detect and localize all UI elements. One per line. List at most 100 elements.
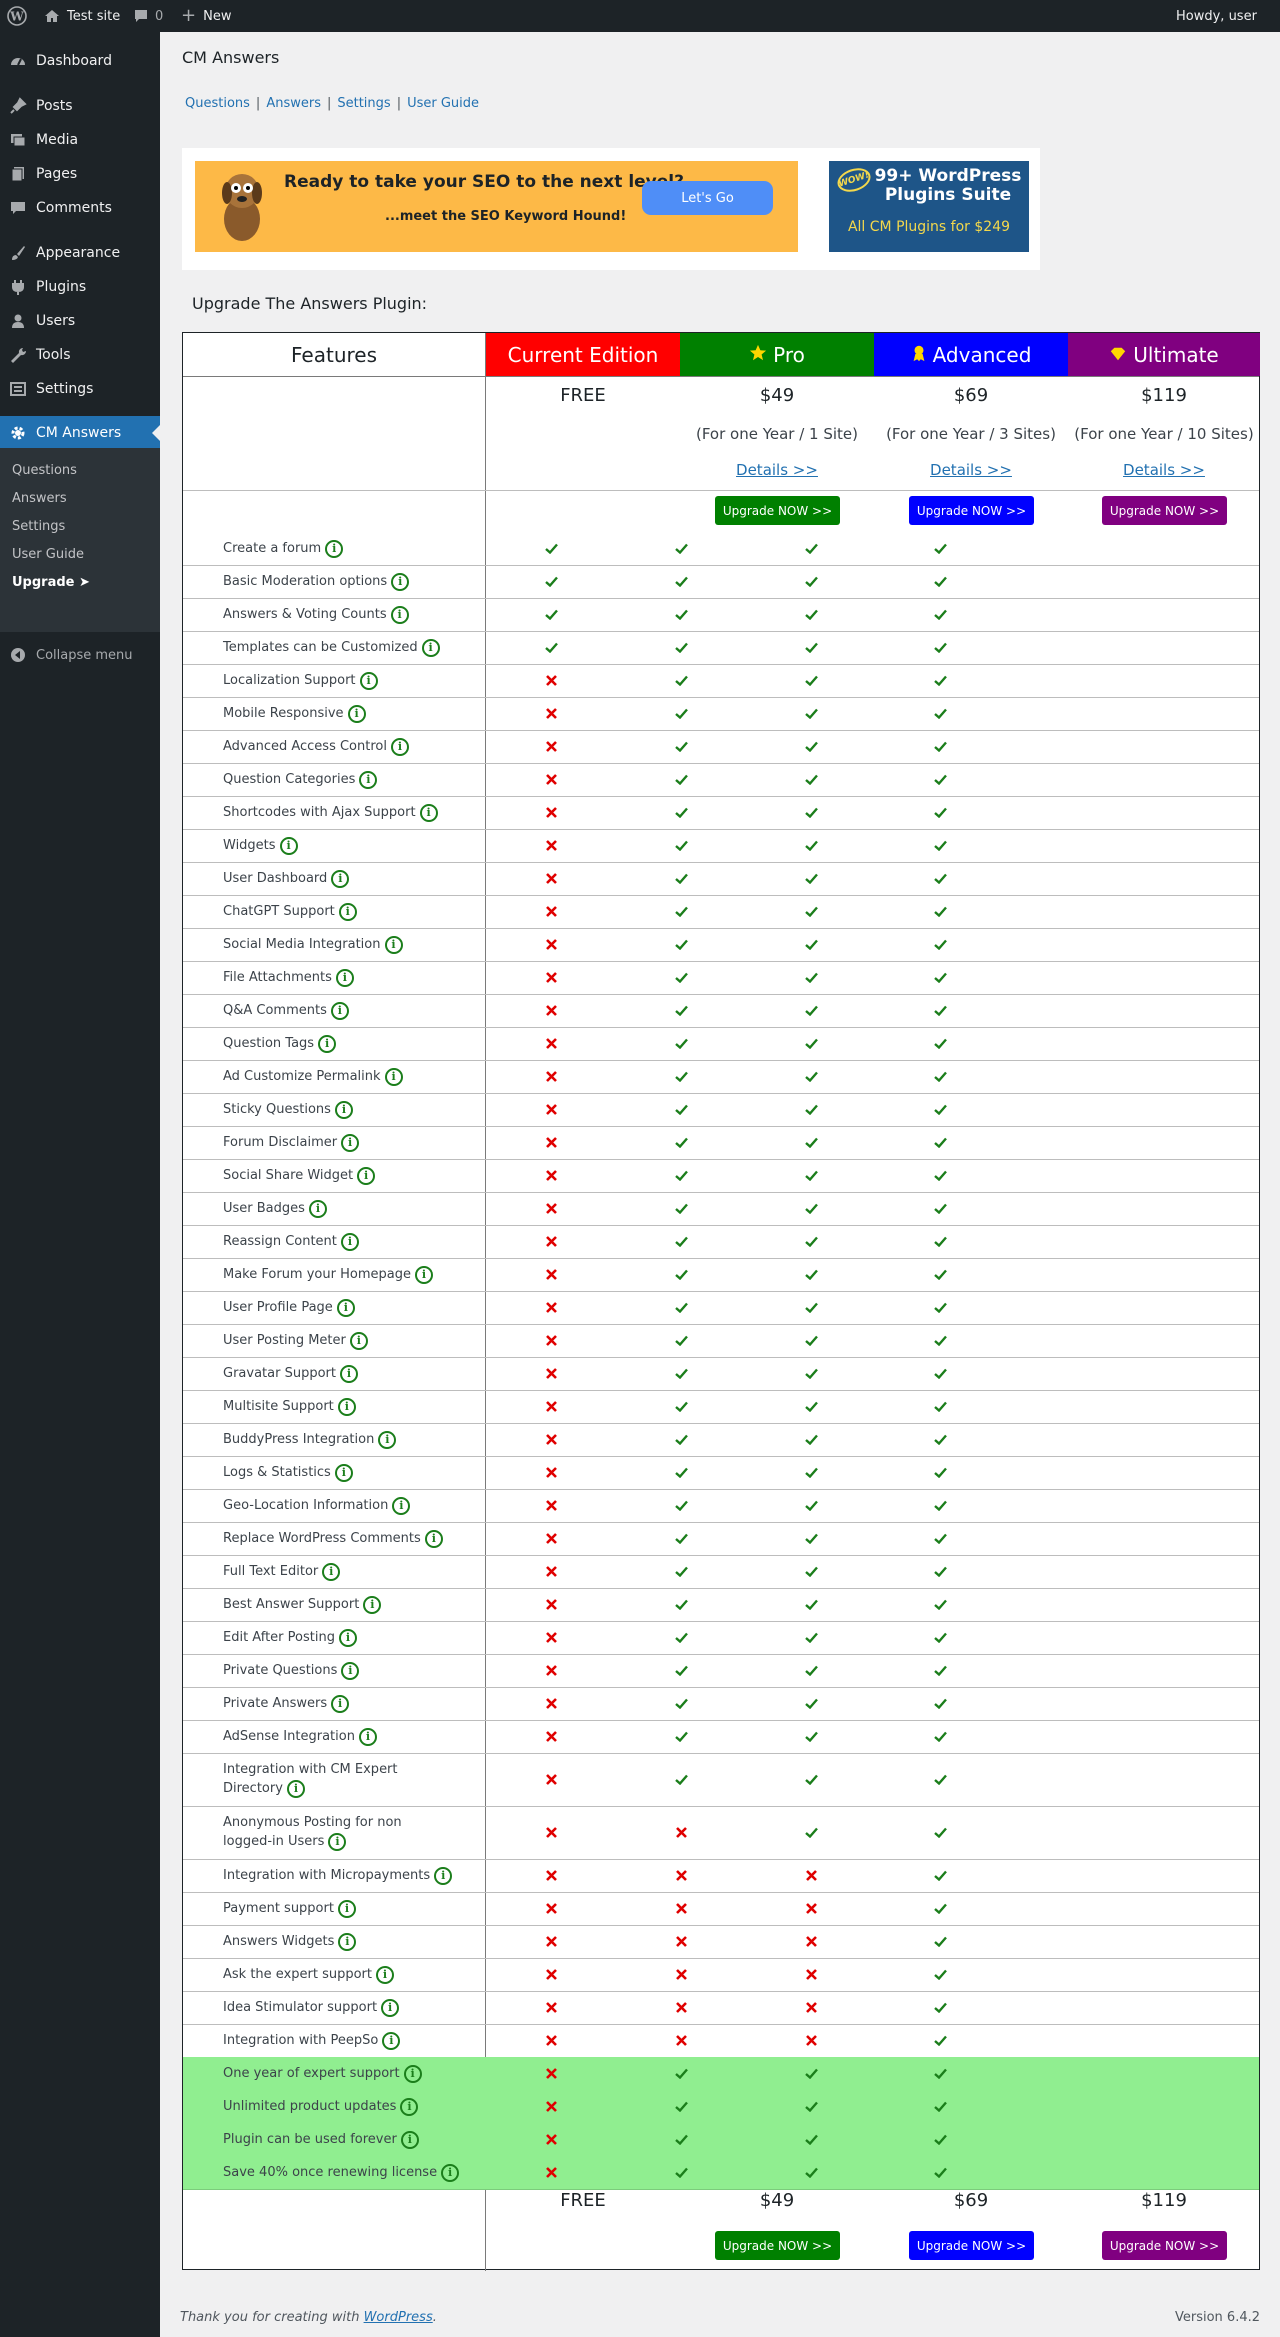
info-icon[interactable]: i xyxy=(390,737,409,756)
info-icon[interactable]: i xyxy=(338,902,357,921)
info-icon[interactable]: i xyxy=(336,1298,355,1317)
wordpress-logo-icon[interactable]: W xyxy=(7,0,27,32)
details-pro-link[interactable]: Details >> xyxy=(680,461,874,479)
info-icon[interactable]: i xyxy=(340,1232,359,1251)
menu-appearance[interactable]: Appearance xyxy=(0,236,160,270)
feature-label: Full Text Editor xyxy=(223,1564,319,1579)
info-icon[interactable]: i xyxy=(331,869,350,888)
menu-users[interactable]: Users xyxy=(0,304,160,338)
menu-label: Media xyxy=(36,132,79,148)
submenu-upgrade[interactable]: Upgrade ➤ xyxy=(12,575,90,590)
cross-icon xyxy=(801,2031,821,2051)
nav-user-guide[interactable]: User Guide xyxy=(407,96,479,111)
upgrade-advanced-button[interactable]: Upgrade NOW >> xyxy=(909,496,1034,525)
info-icon[interactable]: i xyxy=(359,671,378,690)
info-icon[interactable]: i xyxy=(325,539,344,558)
menu-comments[interactable]: Comments xyxy=(0,191,160,225)
feature-name: Ad Customize Permalink i xyxy=(223,1067,403,1086)
info-icon[interactable]: i xyxy=(384,935,403,954)
new-content-link[interactable]: + New xyxy=(181,0,231,32)
info-icon[interactable]: i xyxy=(403,2064,422,2083)
info-icon[interactable]: i xyxy=(338,1628,357,1647)
seo-hound-banner[interactable]: Ready to take your SEO to the next level… xyxy=(195,161,798,252)
info-icon[interactable]: i xyxy=(419,803,438,822)
cross-icon xyxy=(541,1965,561,1985)
info-icon[interactable]: i xyxy=(338,1932,357,1951)
wordpress-link[interactable]: WordPress xyxy=(364,2310,433,2325)
info-icon[interactable]: i xyxy=(381,1998,400,2017)
check-icon xyxy=(671,1628,691,1648)
upgrade-pro-button[interactable]: Upgrade NOW >> xyxy=(715,496,840,525)
nav-questions[interactable]: Questions xyxy=(185,96,250,111)
info-icon[interactable]: i xyxy=(339,1364,358,1383)
info-icon[interactable]: i xyxy=(334,1100,353,1119)
details-advanced-link[interactable]: Details >> xyxy=(874,461,1068,479)
info-icon[interactable]: i xyxy=(330,1001,349,1020)
info-icon[interactable]: i xyxy=(335,968,354,987)
info-icon[interactable]: i xyxy=(392,1496,411,1515)
info-icon[interactable]: i xyxy=(347,704,366,723)
info-icon[interactable]: i xyxy=(279,836,298,855)
info-icon[interactable]: i xyxy=(318,1034,337,1053)
info-icon[interactable]: i xyxy=(328,1832,347,1851)
info-icon[interactable]: i xyxy=(337,1899,356,1918)
comments-link[interactable]: 0 xyxy=(133,0,163,32)
info-icon[interactable]: i xyxy=(322,1562,341,1581)
info-icon[interactable]: i xyxy=(391,572,410,591)
info-icon[interactable]: i xyxy=(341,1133,360,1152)
info-icon[interactable]: i xyxy=(308,1199,327,1218)
menu-posts[interactable]: Posts xyxy=(0,89,160,123)
info-icon[interactable]: i xyxy=(390,605,409,624)
check-icon xyxy=(801,1133,821,1153)
menu-pages[interactable]: Pages xyxy=(0,157,160,191)
lets-go-button[interactable]: Let's Go xyxy=(642,181,773,215)
bottom-upgrade-ultimate-button[interactable]: Upgrade NOW >> xyxy=(1102,2231,1227,2260)
menu-media[interactable]: Media xyxy=(0,123,160,157)
info-icon[interactable]: i xyxy=(286,1779,305,1798)
info-icon[interactable]: i xyxy=(363,1595,382,1614)
info-icon[interactable]: i xyxy=(441,2163,460,2182)
cross-icon xyxy=(541,2163,561,2183)
info-icon[interactable]: i xyxy=(341,1661,360,1680)
feature-name: User Profile Page i xyxy=(223,1298,355,1317)
info-icon[interactable]: i xyxy=(358,1727,377,1746)
menu-tools[interactable]: Tools xyxy=(0,338,160,372)
bottom-upgrade-pro-button[interactable]: Upgrade NOW >> xyxy=(715,2231,840,2260)
info-icon[interactable]: i xyxy=(382,2031,401,2050)
user-greeting[interactable]: Howdy, user xyxy=(1176,0,1257,32)
plugins-suite-banner[interactable]: WOW! 99+ WordPress Plugins Suite All CM … xyxy=(829,161,1029,252)
info-icon[interactable]: i xyxy=(378,1430,397,1449)
nav-settings[interactable]: Settings xyxy=(337,96,390,111)
collapse-menu-button[interactable]: Collapse menu xyxy=(0,644,160,666)
info-icon[interactable]: i xyxy=(434,1866,453,1885)
upgrade-ultimate-button[interactable]: Upgrade NOW >> xyxy=(1102,496,1227,525)
bottom-upgrade-advanced-button[interactable]: Upgrade NOW >> xyxy=(909,2231,1034,2260)
info-icon[interactable]: i xyxy=(334,1463,353,1482)
submenu-settings[interactable]: Settings xyxy=(12,519,65,534)
cross-icon xyxy=(541,1694,561,1714)
submenu-questions[interactable]: Questions xyxy=(12,463,77,478)
menu-plugins[interactable]: Plugins xyxy=(0,270,160,304)
details-ultimate-link[interactable]: Details >> xyxy=(1068,461,1260,479)
info-icon[interactable]: i xyxy=(424,1529,443,1548)
menu-settings[interactable]: Settings xyxy=(0,372,160,406)
site-name-link[interactable]: Test site xyxy=(44,0,120,32)
info-icon[interactable]: i xyxy=(400,2130,419,2149)
info-icon[interactable]: i xyxy=(421,638,440,657)
info-icon[interactable]: i xyxy=(359,770,378,789)
info-icon[interactable]: i xyxy=(414,1265,433,1284)
info-icon[interactable]: i xyxy=(349,1331,368,1350)
submenu-answers[interactable]: Answers xyxy=(12,491,67,506)
info-icon[interactable]: i xyxy=(400,2097,419,2116)
info-icon[interactable]: i xyxy=(337,1397,356,1416)
menu-dashboard[interactable]: Dashboard xyxy=(0,44,160,78)
check-icon xyxy=(930,1463,950,1483)
info-icon[interactable]: i xyxy=(357,1166,376,1185)
nav-answers[interactable]: Answers xyxy=(266,96,321,111)
menu-cm-answers[interactable]: CM Answers xyxy=(0,416,160,450)
feature-name: Multisite Support i xyxy=(223,1397,356,1416)
info-icon[interactable]: i xyxy=(376,1965,394,1984)
info-icon[interactable]: i xyxy=(384,1067,403,1086)
info-icon[interactable]: i xyxy=(331,1694,350,1713)
submenu-user-guide[interactable]: User Guide xyxy=(12,547,84,562)
